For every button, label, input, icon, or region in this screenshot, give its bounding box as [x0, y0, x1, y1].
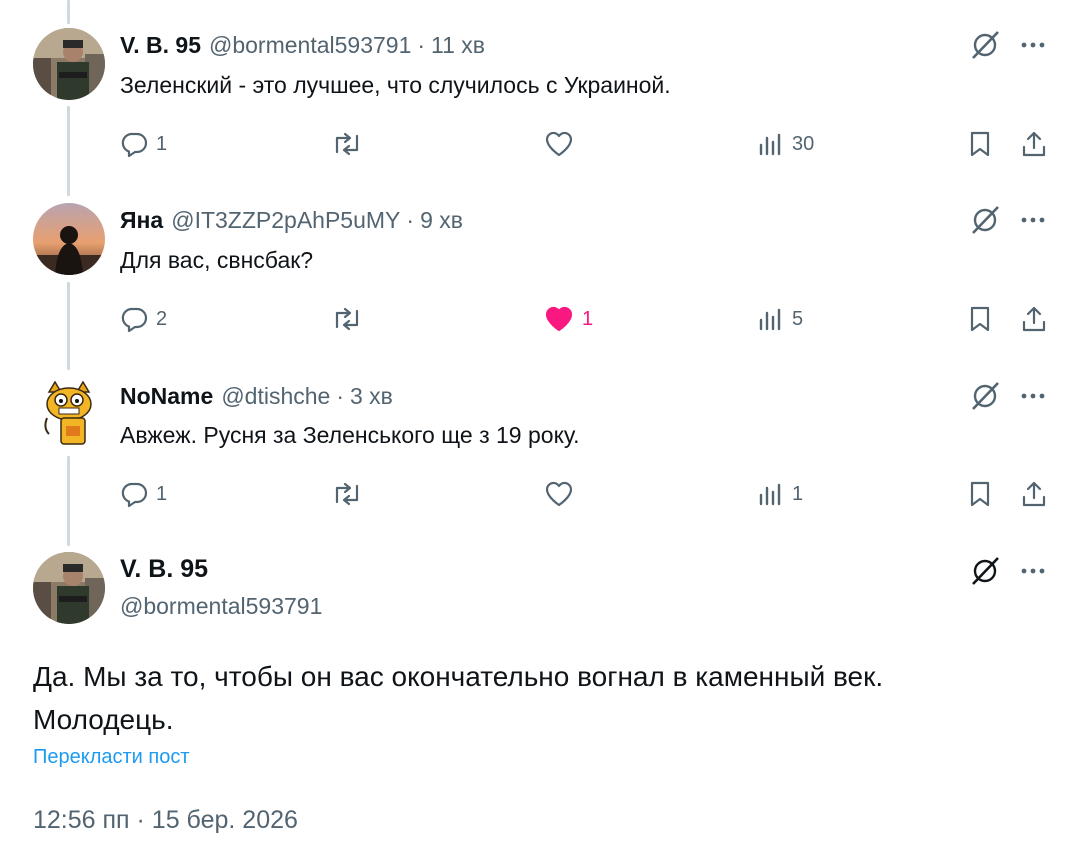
heart-icon [545, 481, 573, 507]
author-name[interactable]: NoName [120, 383, 213, 410]
views-icon [759, 483, 781, 506]
share-icon [1022, 131, 1046, 157]
thread-connector [67, 0, 70, 24]
bookmark-button[interactable] [966, 127, 994, 161]
separator: · [336, 382, 344, 409]
tweet-top-icons [968, 379, 1048, 413]
reply-icon [121, 132, 148, 158]
heart-icon [545, 131, 573, 157]
bookmark-icon [970, 306, 990, 332]
avatar[interactable] [33, 552, 105, 624]
avatar[interactable] [33, 378, 105, 450]
bookmark-icon [970, 131, 990, 157]
tweet-text: Да. Мы за то, чтобы он вас окончательно … [33, 655, 1043, 741]
separator: · [417, 31, 426, 58]
tweet-header: V. B. 95 @bormental593791 · 11 хв [120, 30, 485, 60]
tweet-text: Для вас, свнсбак? [120, 247, 314, 273]
thread-view: V. B. 95 @bormental593791 · 11 хв Зеленс… [0, 0, 1078, 843]
reply-icon [121, 307, 148, 333]
soldier-photo-avatar-icon [33, 552, 105, 624]
soldier-photo-avatar-icon [33, 28, 105, 100]
post-timestamp[interactable]: 12:56 пп · 15 бер. 2026 [33, 806, 298, 835]
like-count: 1 [582, 307, 594, 330]
reply-count: 1 [156, 482, 168, 505]
tweet-top-icons [968, 554, 1048, 588]
heart-filled-icon [545, 306, 573, 332]
author-handle[interactable]: @bormental593791 [120, 593, 322, 620]
tweet-top-icons [968, 28, 1048, 62]
repost-icon [335, 132, 359, 156]
more-icon[interactable] [1018, 381, 1048, 411]
tweet-top-icons [968, 203, 1048, 237]
sunset-silhouette-avatar-icon [33, 203, 105, 275]
author-name[interactable]: Яна [120, 207, 163, 234]
views-icon [759, 133, 781, 156]
grok-icon[interactable] [968, 379, 1002, 413]
reply-button[interactable]: 1 [120, 477, 167, 511]
more-icon[interactable] [1018, 556, 1048, 586]
tweet-header: NoName @dtishche · 3 хв [120, 381, 393, 411]
action-bar: 2 1 5 [120, 302, 1060, 336]
views-count: 5 [792, 307, 804, 330]
author-handle[interactable]: @bormental593791 [209, 32, 411, 59]
bookmark-icon [970, 481, 990, 507]
grok-icon[interactable] [968, 28, 1002, 62]
thread-connector [67, 282, 70, 370]
tweet-text: Зеленский - это лучшее, что случилось с … [120, 72, 671, 98]
action-bar: 1 30 [120, 127, 1060, 161]
share-button[interactable] [1020, 127, 1048, 161]
share-button[interactable] [1020, 477, 1048, 511]
views-button[interactable]: 1 [756, 477, 803, 511]
avatar[interactable] [33, 203, 105, 275]
tweet-time[interactable]: 3 хв [350, 383, 393, 410]
separator: · [406, 206, 415, 233]
repost-button[interactable] [330, 302, 372, 336]
repost-button[interactable] [330, 477, 372, 511]
reply-count: 2 [156, 307, 168, 330]
share-icon [1022, 481, 1046, 507]
tweet-header: Яна @IT3ZZP2pAhP5uMY · 9 хв [120, 205, 463, 235]
views-button[interactable]: 30 [756, 127, 814, 161]
reply-button[interactable]: 1 [120, 127, 167, 161]
reply-icon [121, 482, 148, 508]
repost-button[interactable] [330, 127, 372, 161]
author-name[interactable]: V. B. 95 [120, 555, 208, 584]
cartoon-cat-avatar-icon [33, 378, 105, 450]
tweet-time[interactable]: 9 хв [420, 207, 463, 234]
more-icon[interactable] [1018, 30, 1048, 60]
reply-count: 1 [156, 132, 168, 155]
repost-icon [335, 307, 359, 331]
grok-icon[interactable] [968, 203, 1002, 237]
author-handle[interactable]: @IT3ZZP2pAhP5uMY [171, 207, 400, 234]
views-icon [759, 308, 781, 331]
views-button[interactable]: 5 [756, 302, 803, 336]
thread-connector [67, 106, 70, 196]
like-button[interactable]: 1 [544, 302, 593, 336]
tweet-text-line: Молодець. [33, 704, 174, 735]
more-icon[interactable] [1018, 205, 1048, 235]
thread-connector [67, 456, 70, 546]
views-count: 1 [792, 482, 804, 505]
bookmark-button[interactable] [966, 477, 994, 511]
reply-button[interactable]: 2 [120, 302, 167, 336]
tweet-time[interactable]: 11 хв [431, 32, 485, 59]
grok-icon[interactable] [968, 554, 1002, 588]
views-count: 30 [792, 132, 815, 155]
tweet-text: Авжеж. Русня за Зеленського ще з 19 року… [120, 422, 580, 448]
author-name[interactable]: V. B. 95 [120, 32, 201, 59]
translate-post-link[interactable]: Перекласти пост [33, 746, 190, 769]
tweet-text-line: Да. Мы за то, чтобы он вас окончательно … [33, 661, 884, 692]
share-button[interactable] [1020, 302, 1048, 336]
like-button[interactable] [544, 477, 582, 511]
action-bar: 1 1 [120, 477, 1060, 511]
like-button[interactable] [544, 127, 582, 161]
avatar[interactable] [33, 28, 105, 100]
repost-icon [335, 482, 359, 506]
share-icon [1022, 306, 1046, 332]
bookmark-button[interactable] [966, 302, 994, 336]
author-handle[interactable]: @dtishche [221, 383, 330, 410]
